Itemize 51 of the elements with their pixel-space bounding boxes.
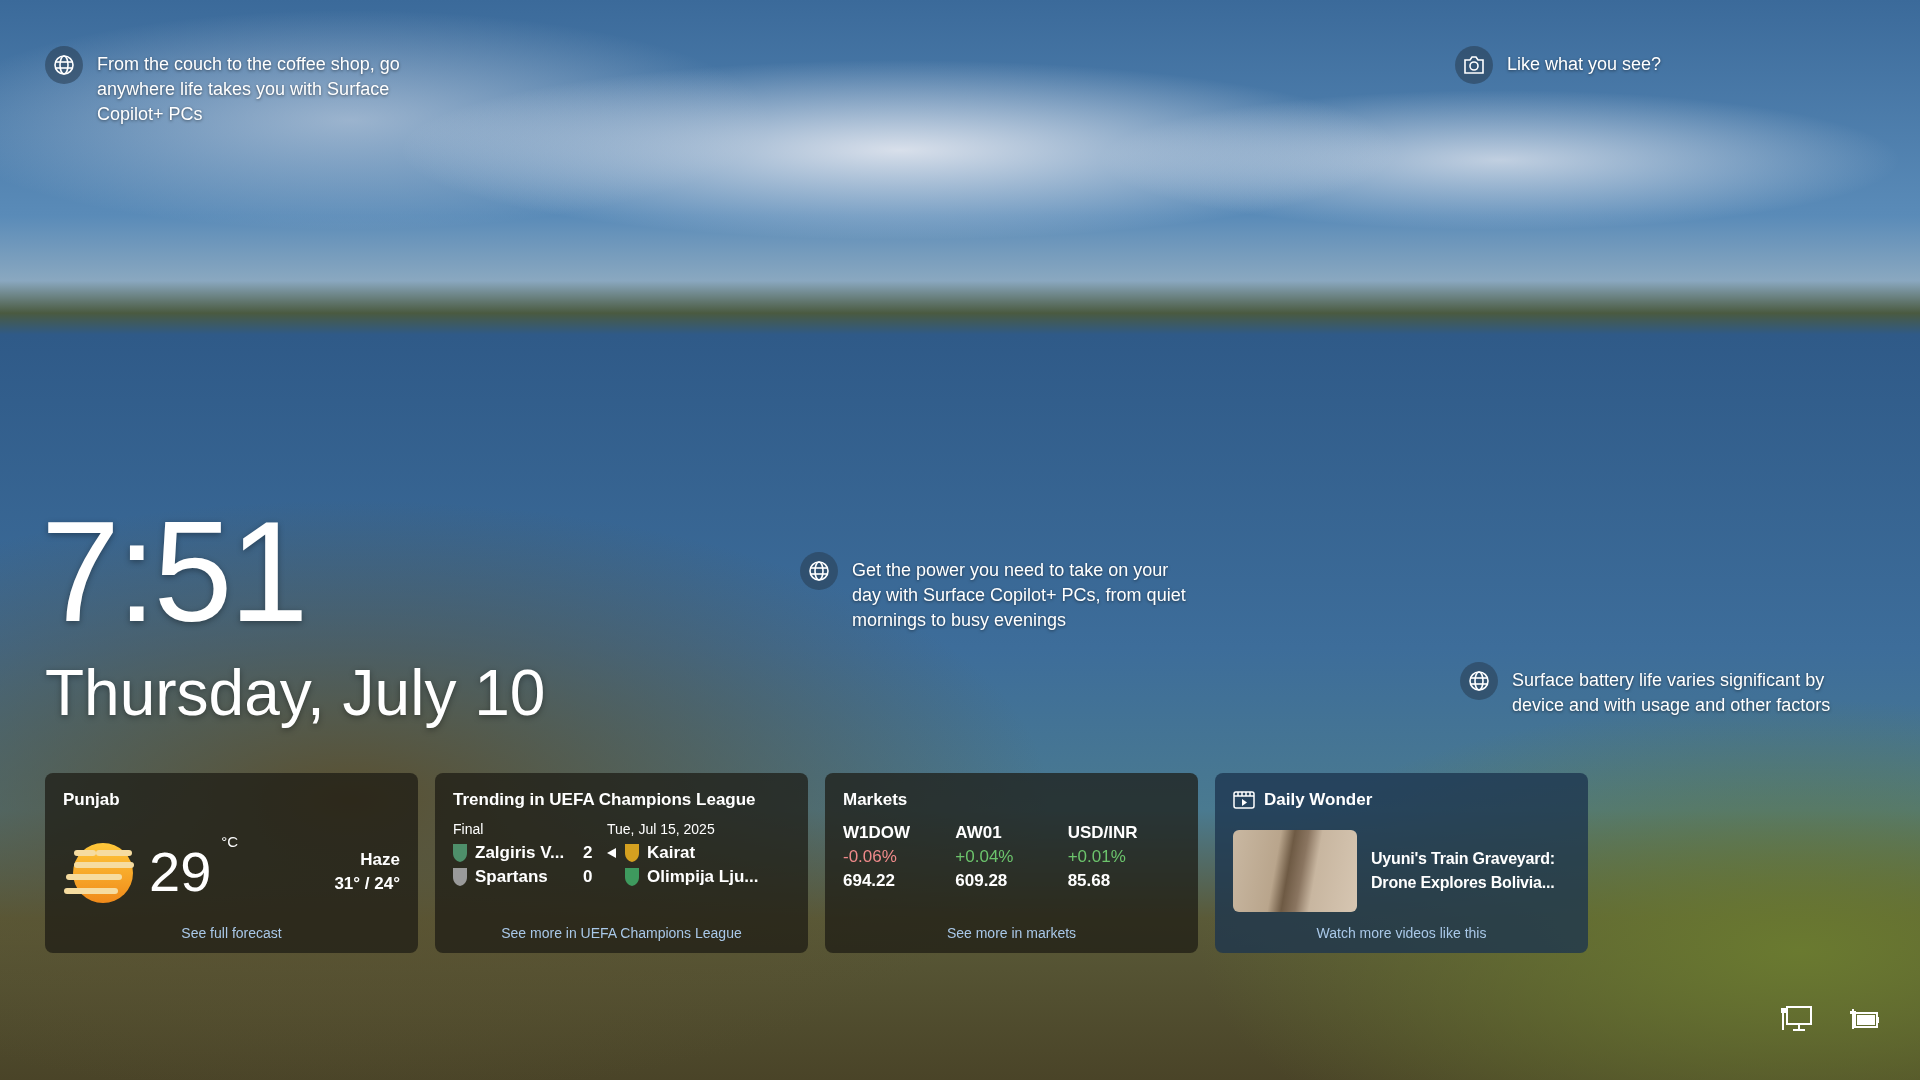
team-name: Kairat (647, 843, 696, 863)
widget-card[interactable]: Markets W1DOW -0.06% 694.22 AW01 +0.04% 609.28 USD/INR +0.01% 85.68 See more in markets (825, 773, 1198, 953)
stock-symbol: AW01 (955, 822, 1003, 844)
card-title: Markets (843, 790, 908, 810)
card-title: Daily Wonder (1264, 790, 1373, 810)
video-icon (1233, 791, 1255, 809)
stock-price: 85.68 (1067, 870, 1112, 892)
stock-price: 609.28 (955, 870, 1009, 892)
camera-icon (1463, 55, 1485, 75)
hotspot-text[interactable]: From the couch to the coffee shop, go anywhere life takes you with Surface Copilot+ PCs (97, 46, 445, 127)
globe-icon (53, 54, 75, 76)
temperature: 29 (149, 842, 212, 902)
team-score: 2 (583, 843, 594, 863)
battery-charging-icon[interactable] (1850, 1008, 1880, 1030)
location-label: Punjab (63, 790, 120, 810)
network-icon[interactable] (1780, 1006, 1812, 1032)
card-link[interactable]: Watch more videos like this (1316, 925, 1487, 941)
hotspot-text[interactable]: Get the power you need to take on your day with Surface Copilot+ PCs, from quiet mornings to busy evenings (852, 552, 1200, 633)
temperature-range: 31° / 24° (334, 873, 400, 895)
stock-price: 694.22 (843, 870, 896, 892)
globe-icon (808, 560, 830, 582)
clock-date: Thursday, July 10 (45, 656, 546, 731)
weather-condition: Haze (360, 849, 400, 871)
hotspot-button[interactable] (1455, 46, 1493, 84)
widget-card[interactable]: Daily Wonder Uyuni's Train Graveyard: Drone Explores Bolivia... Watch more videos like this (1215, 773, 1588, 953)
card-link[interactable]: See more in UEFA Champions League (501, 925, 742, 941)
stock-change: -0.06% (843, 846, 898, 868)
globe-icon (1468, 670, 1490, 692)
hotspot-text[interactable]: Surface battery life varies significant by device and with usage and other factors (1512, 662, 1880, 718)
stock-change: +0.04% (955, 846, 1015, 868)
match-status: Final (453, 820, 484, 839)
hotspot-button[interactable] (800, 552, 838, 590)
temperature-unit: °C (221, 833, 239, 850)
hotspot-text[interactable]: Like what you see? (1507, 46, 1662, 77)
card-link[interactable]: See more in markets (946, 925, 1077, 941)
video-thumbnail[interactable] (1233, 830, 1357, 912)
team-name: Olimpija Lju... (647, 867, 759, 887)
match-status: Tue, Jul 15, 2025 (607, 820, 715, 839)
widget-card[interactable]: Trending in UEFA Champions League Final Zalgiris V... 2 Spartans 0 Tue, Jul 15, 2025 Kairat Olimpija Lju... See more in UEFA Champions League (435, 773, 808, 953)
team-name: Spartans (475, 867, 549, 887)
stock-symbol: USD/INR (1067, 822, 1139, 844)
clock-time: 7:51 (41, 497, 306, 647)
hotspot-button[interactable] (1460, 662, 1498, 700)
stock-symbol: W1DOW (843, 822, 912, 844)
hotspot-button[interactable] (45, 46, 83, 84)
video-headline[interactable]: Uyuni's Train Graveyard: Drone Explores Bolivia... (1371, 847, 1570, 895)
card-link[interactable]: See full forecast (181, 925, 282, 941)
team-score: 0 (583, 867, 594, 887)
card-title: Trending in UEFA Champions League (453, 790, 756, 810)
team-name: Zalgiris V... (475, 843, 566, 863)
stock-change: +0.01% (1067, 846, 1127, 868)
